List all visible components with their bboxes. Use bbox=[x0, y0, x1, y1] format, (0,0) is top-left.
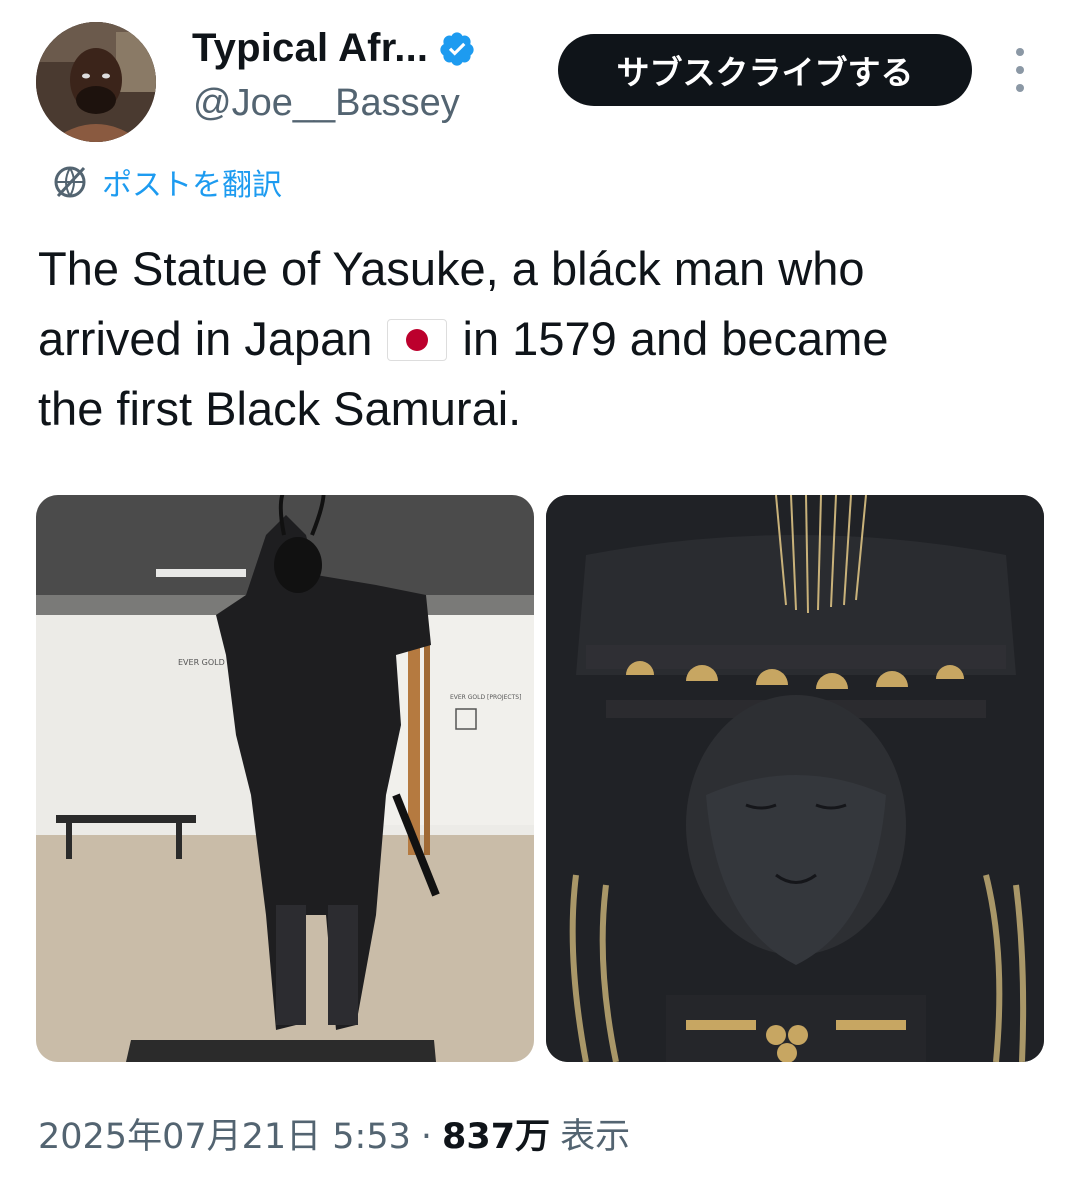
tweet-text: The Statue of Yasuke, a bláck man who ar… bbox=[38, 234, 1048, 444]
subscribe-button[interactable]: サブスクライブする bbox=[558, 34, 972, 106]
tweet-line-2-end: in 1579 and became bbox=[462, 312, 889, 365]
author-name-row[interactable]: Typical Afr... bbox=[192, 26, 476, 71]
avatar-image bbox=[36, 22, 156, 142]
translate-globe-icon bbox=[54, 166, 86, 198]
view-count: 837万 bbox=[442, 1117, 551, 1157]
more-options-icon[interactable] bbox=[1006, 48, 1034, 92]
translate-post-label[interactable]: ポストを翻訳 bbox=[102, 160, 282, 204]
view-count-label: 表示 bbox=[560, 1117, 631, 1157]
tweet-image-face-closeup[interactable] bbox=[546, 495, 1044, 1062]
tweet-meta: 2025年07月21日 5:53 · 837万 表示 bbox=[38, 1108, 630, 1159]
tweet-line-3: the first Black Samurai. bbox=[38, 382, 522, 435]
author-display-name[interactable]: Typical Afr... bbox=[192, 26, 428, 71]
translate-post-link[interactable]: ポストを翻訳 bbox=[50, 160, 282, 204]
tweet-line-1: The Statue of Yasuke, a bláck man who bbox=[38, 242, 865, 295]
author-avatar[interactable] bbox=[36, 22, 156, 142]
author-handle[interactable]: @Joe__Bassey bbox=[193, 82, 460, 125]
tweet-image-full-armor[interactable]: EVER GOLD [PROJECTS] EVER GOLD [PROJECTS… bbox=[36, 495, 534, 1062]
japan-flag-icon bbox=[387, 318, 448, 361]
tweet-timestamp[interactable]: 2025年07月21日 5:53 bbox=[38, 1108, 411, 1159]
tweet-line-2-start: arrived in Japan bbox=[38, 312, 373, 365]
meta-separator: · bbox=[420, 1117, 433, 1157]
verified-badge-icon bbox=[440, 31, 474, 66]
gallery-sign-2: EVER GOLD [PROJECTS] bbox=[450, 694, 521, 701]
samurai-face-closeup-photo bbox=[546, 495, 1044, 1062]
samurai-statue-gallery-photo: EVER GOLD [PROJECTS] EVER GOLD [PROJECTS… bbox=[36, 495, 534, 1062]
